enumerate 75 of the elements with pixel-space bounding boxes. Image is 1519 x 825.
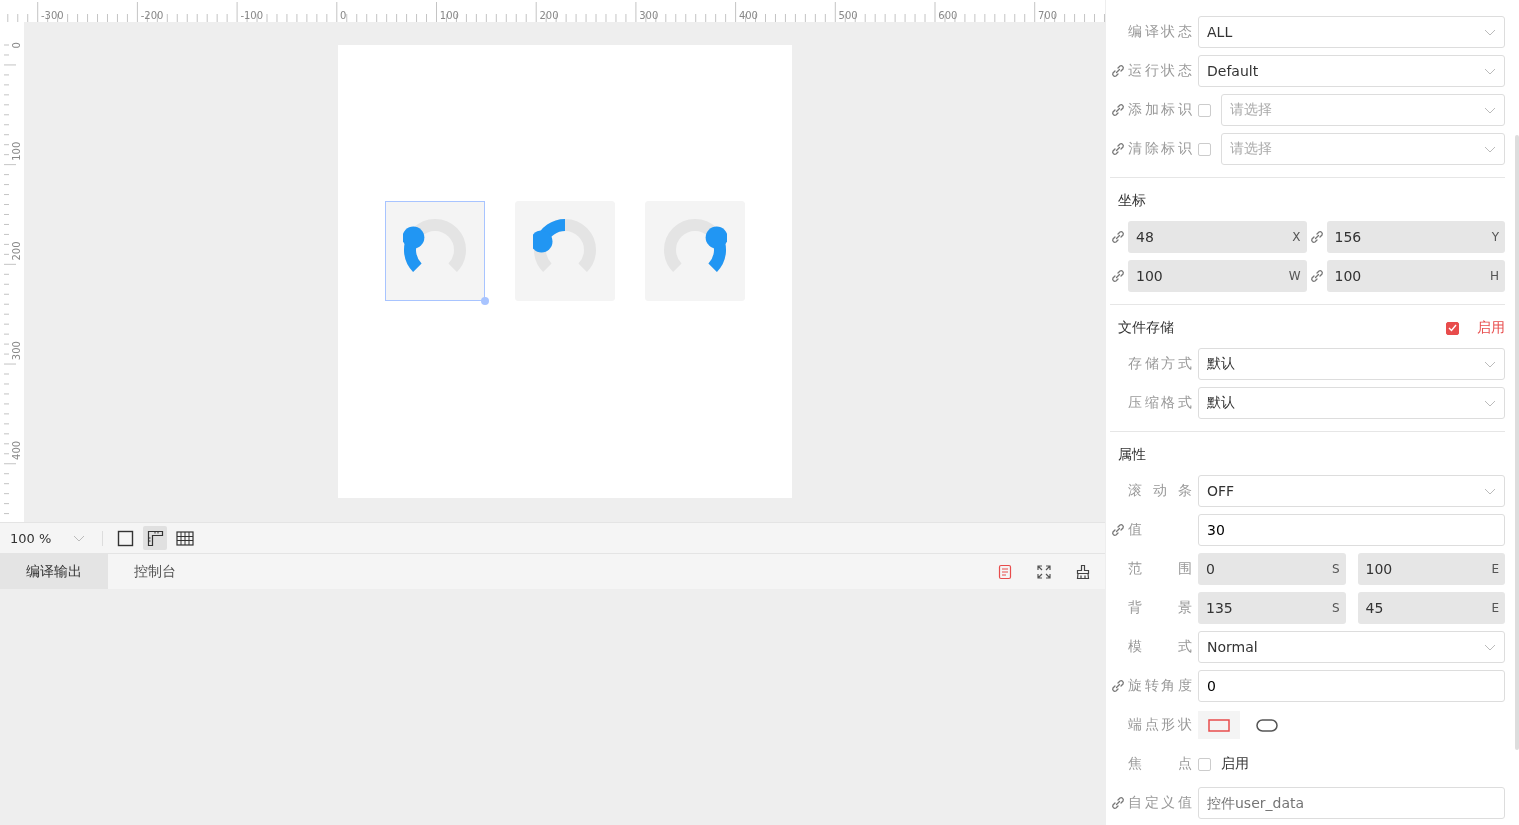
output-tab[interactable]: 控制台 (108, 554, 202, 589)
square-cap-option[interactable] (1198, 711, 1240, 739)
zoom-select[interactable]: 100 % (10, 530, 103, 546)
checkbox[interactable] (1198, 757, 1211, 771)
select-field[interactable]: 默认 (1198, 348, 1505, 380)
resize-handle[interactable] (481, 297, 489, 305)
field-label: 编译状态 (1128, 23, 1192, 41)
field-label: 范围 (1128, 560, 1192, 578)
gauge-widget[interactable] (385, 201, 485, 301)
chevron-down-icon (1484, 28, 1496, 36)
select-field[interactable]: Default (1198, 55, 1505, 87)
field-label: 背景 (1128, 599, 1192, 617)
scrollbar[interactable] (1515, 135, 1519, 750)
output-tab[interactable]: 编译输出 (0, 554, 108, 589)
checkbox[interactable] (1198, 103, 1211, 117)
checkbox-label: 启用 (1477, 319, 1505, 337)
ruler-icon[interactable] (143, 526, 167, 550)
section-title: 坐标 (1118, 192, 1146, 210)
field-label: 压缩格式 (1128, 394, 1192, 412)
link-icon[interactable] (1110, 102, 1126, 118)
number-field[interactable]: 45 E (1357, 592, 1505, 624)
field-label: 值 (1128, 521, 1143, 539)
select-field[interactable]: 默认 (1198, 387, 1505, 419)
chevron-down-icon (1484, 399, 1496, 407)
checkbox[interactable] (1446, 321, 1459, 335)
link-icon[interactable] (1110, 268, 1126, 284)
number-field[interactable]: 156 Y (1326, 221, 1505, 253)
section-title: 属性 (1118, 446, 1146, 464)
link-icon[interactable] (1110, 678, 1126, 694)
link-icon[interactable] (1110, 522, 1126, 538)
input-field[interactable]: 0 (1198, 670, 1505, 702)
section-title: 文件存储 (1118, 319, 1174, 337)
chevron-down-icon (1484, 145, 1496, 153)
horizontal-ruler: -300 -200 -100 0 100 200 300 400 500 600 700 (0, 0, 1105, 22)
broom-icon[interactable] (1075, 563, 1091, 580)
chevron-down-icon (73, 534, 86, 542)
field-label: 存储方式 (1128, 355, 1192, 373)
number-field[interactable]: 48 X (1128, 221, 1307, 253)
field-label: 添加标识 (1128, 101, 1192, 119)
number-field[interactable]: 0 S (1198, 553, 1346, 585)
field-label: 清除标识 (1128, 140, 1192, 158)
field-label: 焦点 (1128, 755, 1192, 773)
chevron-down-icon (1484, 360, 1496, 368)
input-field[interactable]: 30 (1198, 514, 1505, 546)
document-icon[interactable] (997, 563, 1013, 580)
number-field[interactable]: 100 H (1326, 260, 1505, 292)
chevron-down-icon (1484, 487, 1496, 495)
checkbox-label: 启用 (1221, 755, 1249, 773)
field-label: 旋转角度 (1128, 677, 1192, 695)
link-icon[interactable] (1308, 229, 1325, 245)
pill-icon (1256, 718, 1278, 732)
vertical-ruler: 0 100 200 300 400 (0, 22, 24, 522)
field-label: 运行状态 (1128, 62, 1192, 80)
select-field[interactable]: ALL (1198, 16, 1505, 48)
number-field[interactable]: 100 W (1128, 260, 1307, 292)
field-label: 自定义值 (1128, 794, 1192, 812)
checkbox[interactable] (1198, 142, 1211, 156)
number-field[interactable]: 100 E (1357, 553, 1505, 585)
link-icon[interactable] (1110, 229, 1126, 245)
link-icon[interactable] (1110, 795, 1126, 811)
expand-icon[interactable] (1036, 563, 1052, 580)
field-label: 端点形状 (1128, 716, 1192, 734)
chevron-down-icon (1484, 67, 1496, 75)
link-icon[interactable] (1308, 268, 1325, 284)
rectangle-icon (1208, 718, 1230, 732)
number-field[interactable]: 135 S (1198, 592, 1346, 624)
chevron-down-icon (1484, 106, 1496, 114)
input-field[interactable]: 控件user_data (1198, 787, 1505, 819)
link-icon[interactable] (1110, 141, 1126, 157)
field-label: 模式 (1128, 638, 1192, 656)
field-label: 滚动条 (1128, 482, 1192, 500)
link-icon[interactable] (1110, 63, 1126, 79)
select-field[interactable]: Normal (1198, 631, 1505, 663)
chevron-down-icon (1484, 643, 1496, 651)
select-field[interactable]: OFF (1198, 475, 1505, 507)
